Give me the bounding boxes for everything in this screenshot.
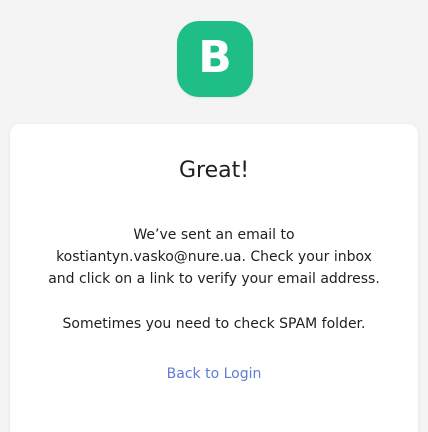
message-line-1: We’ve sent an email to xyxy=(133,227,295,243)
confirmation-card: Great! We’ve sent an email to kostiantyn… xyxy=(10,124,418,432)
confirmation-message: We’ve sent an email to kostiantyn.vasko@… xyxy=(10,224,418,290)
logo-letter: B xyxy=(198,32,232,83)
app-logo: B xyxy=(177,21,253,97)
back-to-login-link[interactable]: Back to Login xyxy=(10,363,418,385)
page: B Great! We’ve sent an email to kostiant… xyxy=(0,0,428,432)
spam-note: Sometimes you need to check SPAM folder. xyxy=(62,316,366,332)
message-line-3: and click on a link to verify your email… xyxy=(48,271,380,287)
page-title: Great! xyxy=(178,158,250,183)
message-line-2: kostiantyn.vasko@nure.ua. Check your inb… xyxy=(56,249,372,265)
